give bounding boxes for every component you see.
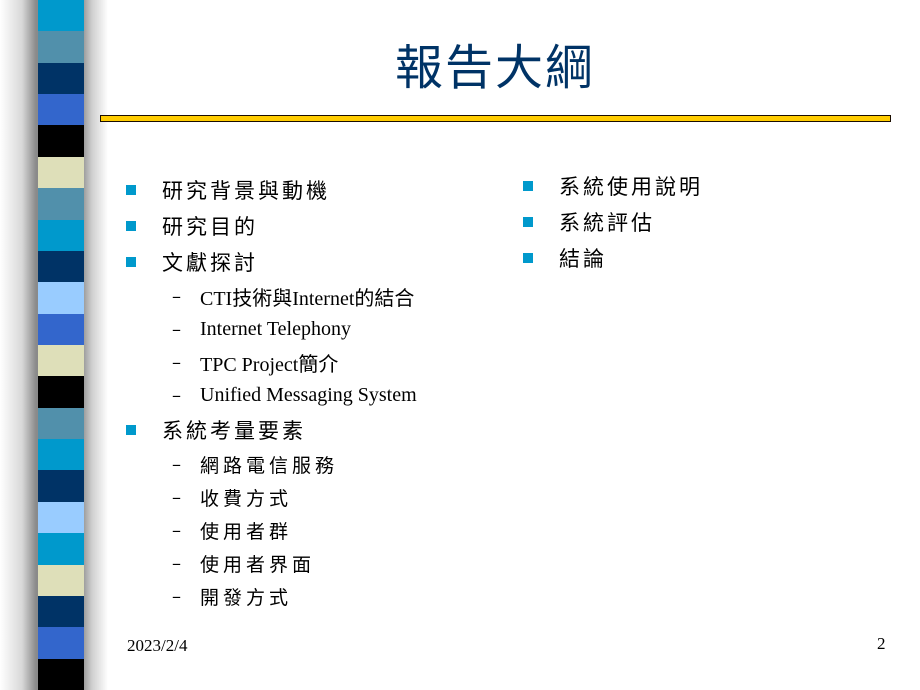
strip-band [38, 345, 84, 378]
strip-band [38, 31, 84, 64]
strip-band [38, 0, 84, 33]
footer-page-number: 2 [877, 634, 886, 653]
sub-bullet-text: 使用者界面 [200, 554, 316, 576]
strip-band [38, 470, 84, 503]
dash-bullet-icon: – [172, 586, 181, 607]
sub-bullet-item: – Internet Telephony [126, 313, 417, 346]
square-bullet-icon [523, 181, 533, 191]
sub-bullet-text: TPC Project簡介 [200, 354, 339, 376]
right-bullet-column: 系統使用說明 系統評估結論 [523, 168, 703, 276]
sub-bullet-item: – Unified Messaging System [126, 379, 417, 412]
strip-band [38, 188, 84, 221]
square-bullet-icon [126, 221, 136, 231]
bullet-item: 系統考量要素 [126, 412, 417, 448]
dash-bullet-icon: – [172, 520, 181, 541]
sub-bullet-text: 開發方式 [200, 587, 293, 609]
square-bullet-icon [126, 185, 136, 195]
bullet-text: 系統考量要素 [162, 419, 306, 443]
slide: 報告大綱 研究背景與動機 研究目的 文獻探討 – CTI技術與Internet的結合 – I… [0, 0, 920, 690]
sub-bullet-text: Internet Telephony [200, 318, 351, 340]
bullet-item: 結論 [523, 240, 703, 276]
square-bullet-icon [126, 257, 136, 267]
sub-bullet-item: – 收費方式 [126, 481, 417, 514]
sub-bullet-text: 收費方式 [200, 488, 293, 510]
strip-band [38, 125, 84, 158]
dash-bullet-icon: – [172, 286, 181, 307]
bullet-text: 研究背景與動機 [162, 179, 330, 203]
strip-band [38, 564, 84, 597]
strip-band [38, 376, 84, 409]
bullet-text: 研究目的 [162, 215, 258, 239]
bullet-text: 文獻探討 [162, 251, 258, 275]
dash-bullet-icon: – [172, 352, 181, 373]
strip-band [38, 658, 84, 690]
strip-band [38, 313, 84, 346]
bullet-text: 系統使用說明 [559, 175, 703, 199]
square-bullet-icon [523, 217, 533, 227]
strip-band [38, 407, 84, 441]
sub-bullet-text: CTI技術與Internet的結合 [200, 288, 415, 310]
sub-bullet-text: 使用者群 [200, 521, 293, 543]
decorative-color-strip [38, 0, 84, 690]
strip-band [38, 250, 84, 284]
sub-bullet-text: Unified Messaging System [200, 384, 417, 406]
strip-band [38, 439, 84, 472]
strip-band [38, 62, 84, 96]
dash-bullet-icon: – [172, 487, 181, 508]
strip-band [38, 219, 84, 252]
bullet-item: 文獻探討 [126, 244, 417, 280]
dash-bullet-icon: – [172, 385, 181, 406]
strip-band [38, 501, 84, 535]
slide-title: 報告大綱 [394, 40, 595, 96]
sub-bullet-item: – 開發方式 [126, 580, 417, 613]
title-divider-rule [100, 115, 891, 122]
strip-band [38, 533, 84, 566]
bullet-text: 系統評估 [559, 211, 655, 235]
bullet-item: 系統評估 [523, 204, 703, 240]
bullet-item: 系統使用說明 [523, 168, 703, 204]
sub-bullet-item: – CTI技術與Internet的結合 [126, 280, 417, 313]
strip-band [38, 156, 84, 190]
bullet-text: 結論 [559, 247, 607, 271]
sub-bullet-item: – 使用者界面 [126, 547, 417, 580]
sub-bullet-item: – 網路電信服務 [126, 448, 417, 481]
strip-band [38, 595, 84, 629]
sub-bullet-text: 網路電信服務 [200, 455, 339, 477]
square-bullet-icon [523, 253, 533, 263]
dash-bullet-icon: – [172, 553, 181, 574]
square-bullet-icon [126, 425, 136, 435]
dash-bullet-icon: – [172, 454, 181, 475]
strip-band [38, 627, 84, 660]
strip-band [38, 282, 84, 315]
sub-bullet-item: – TPC Project簡介 [126, 346, 417, 379]
left-bullet-column: 研究背景與動機 研究目的 文獻探討 – CTI技術與Internet的結合 – Intern… [126, 172, 417, 613]
strip-band [38, 94, 84, 127]
bullet-item: 研究目的 [126, 208, 417, 244]
sub-bullet-item: – 使用者群 [126, 514, 417, 547]
bullet-item: 研究背景與動機 [126, 172, 417, 208]
dash-bullet-icon: – [172, 319, 181, 340]
footer-date: 2023/2/4 [127, 636, 188, 655]
